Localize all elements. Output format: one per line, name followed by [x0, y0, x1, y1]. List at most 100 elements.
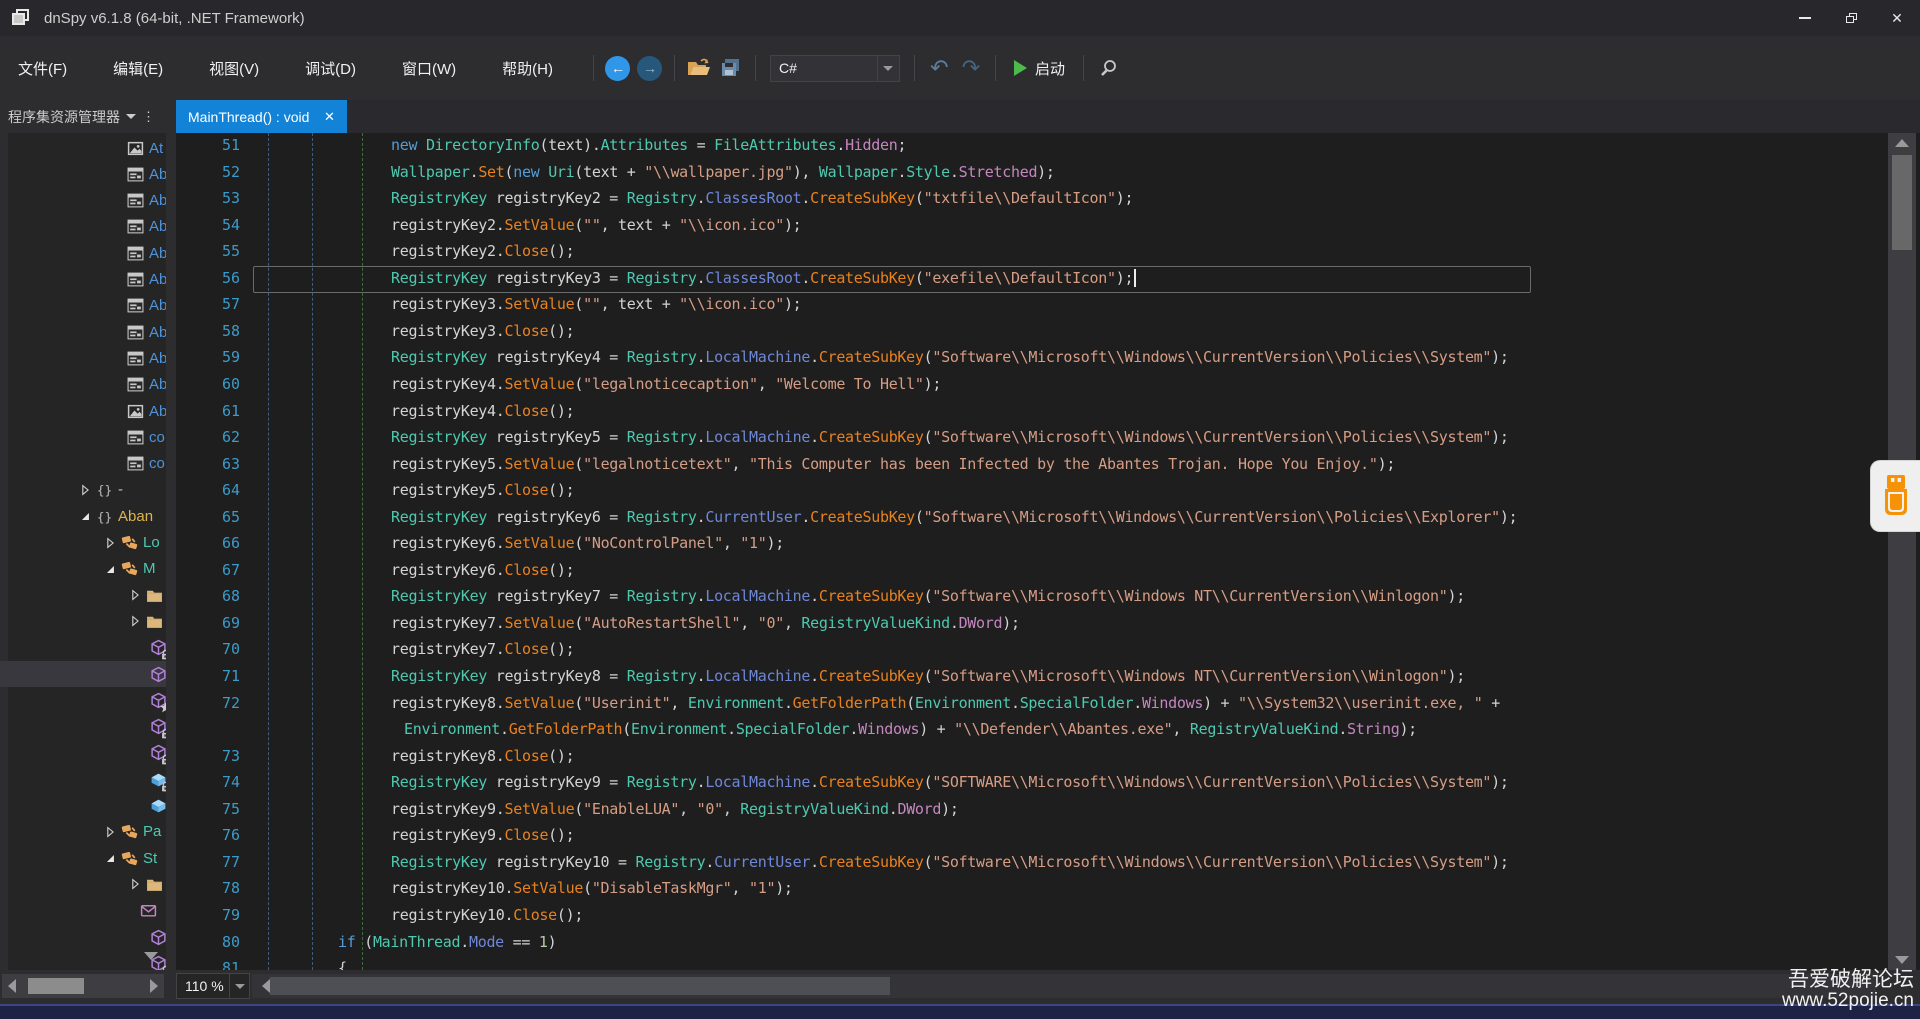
code-line-76[interactable]: 76registryKey9.Close(); — [176, 823, 1920, 850]
code-line-59[interactable]: 59RegistryKey registryKey4 = Registry.Lo… — [176, 345, 1920, 372]
code-line-64[interactable]: 64registryKey5.Close(); — [176, 478, 1920, 505]
code-line-52[interactable]: 52Wallpaper.Set(new Uri(text + "\\wallpa… — [176, 160, 1920, 187]
tree-item-ab[interactable]: Ab — [0, 372, 166, 398]
code-editor[interactable]: 51new DirectoryInfo(text).Attributes = F… — [176, 133, 1920, 970]
code-line-65[interactable]: 65RegistryKey registryKey6 = Registry.Cu… — [176, 505, 1920, 532]
tree-item-ab[interactable]: Ab — [0, 188, 166, 214]
assembly-explorer-header[interactable]: 程序集资源管理器 ⋮ — [0, 100, 176, 133]
tree-item[interactable] — [0, 950, 166, 970]
tree-item-ab[interactable]: Ab — [0, 161, 166, 187]
tree-horizontal-scrollbar[interactable] — [2, 974, 164, 998]
code-line-75[interactable]: 75registryKey9.SetValue("EnableLUA", "0"… — [176, 797, 1920, 824]
editor-hscroll-thumb[interactable] — [270, 977, 890, 995]
code-line-66[interactable]: 66registryKey6.SetValue("NoControlPanel"… — [176, 531, 1920, 558]
tree-item[interactable] — [0, 714, 166, 740]
tree-item-ab[interactable]: Ab — [0, 240, 166, 266]
start-debug-button[interactable]: 启动 — [1004, 58, 1075, 79]
tree-item[interactable] — [0, 582, 166, 608]
code-line-58[interactable]: 58registryKey3.Close(); — [176, 319, 1920, 346]
usb-flyout[interactable] — [1870, 460, 1920, 532]
tree-item[interactable] — [0, 924, 166, 950]
tree-item-ab[interactable]: Ab — [0, 293, 166, 319]
code-line-70[interactable]: 70registryKey7.Close(); — [176, 637, 1920, 664]
tree-item-ab[interactable]: Ab — [0, 267, 166, 293]
code-line-71[interactable]: 71RegistryKey registryKey8 = Registry.Lo… — [176, 664, 1920, 691]
chevron-collapsed-icon[interactable] — [128, 877, 142, 891]
tree-item-ab[interactable]: Ab — [0, 398, 166, 424]
chevron-expanded-icon[interactable] — [78, 509, 92, 523]
tree-item-aban[interactable]: {}Aban — [0, 503, 166, 529]
tree-item-st[interactable]: St — [0, 845, 166, 871]
tree-item-ab[interactable]: Ab — [0, 319, 166, 345]
tree-item-co[interactable]: co — [0, 424, 166, 450]
editor-vertical-scrollbar[interactable] — [1888, 133, 1916, 970]
code-line-74[interactable]: 74RegistryKey registryKey9 = Registry.Lo… — [176, 770, 1920, 797]
tree-item-pa[interactable]: Pa — [0, 819, 166, 845]
tree-item[interactable] — [0, 871, 166, 897]
search-button[interactable] — [1092, 53, 1124, 83]
scroll-left-icon[interactable] — [8, 979, 16, 993]
tree-item-ab[interactable]: Ab — [0, 214, 166, 240]
language-combobox[interactable]: C# — [770, 55, 900, 82]
zoom-dropdown-button[interactable] — [229, 974, 249, 998]
language-dropdown-button[interactable] — [877, 56, 899, 81]
scroll-down-icon[interactable] — [1895, 956, 1909, 964]
chevron-collapsed-icon[interactable] — [128, 614, 142, 628]
navigate-forward-button[interactable]: → — [634, 53, 666, 83]
save-all-button[interactable] — [715, 53, 747, 83]
chevron-collapsed-icon[interactable] — [103, 825, 117, 839]
code-line-62[interactable]: 62RegistryKey registryKey5 = Registry.Lo… — [176, 425, 1920, 452]
code-line-80[interactable]: 80if (MainThread.Mode == 1) — [176, 930, 1920, 957]
tree-item[interactable] — [0, 635, 166, 661]
chevron-collapsed-icon[interactable] — [78, 483, 92, 497]
open-file-button[interactable] — [683, 53, 715, 83]
code-line-79[interactable]: 79registryKey10.Close(); — [176, 903, 1920, 930]
tree-scroll-down-icon[interactable] — [144, 952, 158, 960]
tree-hscroll-thumb[interactable] — [28, 978, 84, 994]
menu-item-d[interactable]: 调试(D) — [291, 52, 370, 85]
tree-item[interactable] — [0, 608, 166, 634]
tree-item-lo[interactable]: Lo — [0, 530, 166, 556]
code-line-56[interactable]: 56RegistryKey registryKey3 = Registry.Cl… — [176, 266, 1920, 293]
code-line-67[interactable]: 67registryKey6.Close(); — [176, 558, 1920, 585]
code-line-51[interactable]: 51new DirectoryInfo(text).Attributes = F… — [176, 133, 1920, 160]
undo-button[interactable]: ↷ — [923, 53, 955, 83]
vertical-scroll-thumb[interactable] — [1892, 155, 1912, 250]
tab-close-button[interactable]: ✕ — [321, 109, 337, 125]
tree-item--[interactable]: {}- — [0, 477, 166, 503]
tree-item[interactable] — [0, 661, 166, 687]
navigate-back-button[interactable]: ← — [602, 53, 634, 83]
code-line-54[interactable]: 54registryKey2.SetValue("", text + "\\ic… — [176, 213, 1920, 240]
code-line-53[interactable]: 53RegistryKey registryKey2 = Registry.Cl… — [176, 186, 1920, 213]
tree-item-co[interactable]: co — [0, 451, 166, 477]
tree-item-at[interactable]: At — [0, 135, 166, 161]
scroll-up-icon[interactable] — [1895, 139, 1909, 147]
tab-mainthread[interactable]: MainThread() : void ✕ — [176, 100, 347, 133]
menu-item-f[interactable]: 文件(F) — [4, 52, 81, 85]
tree-item[interactable] — [0, 898, 166, 924]
code-line-63[interactable]: 63registryKey5.SetValue("legalnoticetext… — [176, 452, 1920, 479]
menu-item-w[interactable]: 窗口(W) — [388, 52, 470, 85]
panel-splitter[interactable] — [166, 100, 176, 970]
editor-zoom-combobox[interactable]: 110 % — [176, 973, 250, 999]
code-line-69[interactable]: 69registryKey7.SetValue("AutoRestartShel… — [176, 611, 1920, 638]
tree-item-m[interactable]: M — [0, 556, 166, 582]
tree-item[interactable] — [0, 740, 166, 766]
menu-item-v[interactable]: 视图(V) — [195, 52, 273, 85]
code-line-wrap[interactable]: Environment.GetFolderPath(Environment.Sp… — [176, 717, 1920, 744]
menu-item-h[interactable]: 帮助(H) — [488, 52, 567, 85]
minimize-button[interactable] — [1782, 0, 1828, 36]
chevron-collapsed-icon[interactable] — [103, 536, 117, 550]
code-line-78[interactable]: 78registryKey10.SetValue("DisableTaskMgr… — [176, 876, 1920, 903]
code-line-61[interactable]: 61registryKey4.Close(); — [176, 399, 1920, 426]
code-line-57[interactable]: 57registryKey3.SetValue("", text + "\\ic… — [176, 292, 1920, 319]
scroll-left-icon[interactable] — [262, 979, 270, 993]
scroll-right-icon[interactable] — [150, 979, 158, 993]
code-line-55[interactable]: 55registryKey2.Close(); — [176, 239, 1920, 266]
code-line-73[interactable]: 73registryKey8.Close(); — [176, 744, 1920, 771]
code-line-81[interactable]: 81{ — [176, 956, 1920, 970]
redo-button[interactable]: ↷ — [955, 53, 987, 83]
restore-button[interactable] — [1828, 0, 1874, 36]
chevron-expanded-icon[interactable] — [103, 851, 117, 865]
tree-item-ab[interactable]: Ab — [0, 345, 166, 371]
